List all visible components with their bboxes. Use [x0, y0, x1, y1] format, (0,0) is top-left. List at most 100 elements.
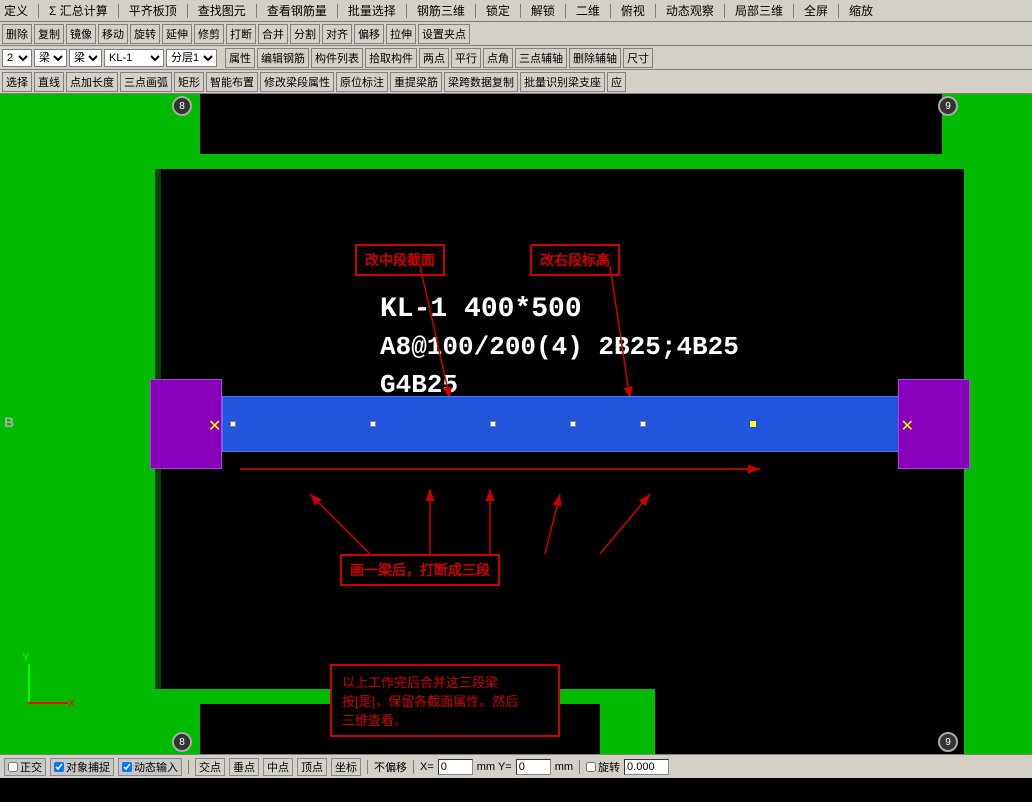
- btn-move[interactable]: 移动: [98, 24, 128, 44]
- btn-in-situ-label[interactable]: 原位标注: [336, 72, 388, 92]
- btn-coord[interactable]: 坐标: [331, 758, 361, 776]
- grid-num-9-top: 9: [938, 96, 958, 116]
- ctrl-pt-4[interactable]: [570, 421, 576, 427]
- menu-fullscreen[interactable]: 全屏: [804, 2, 828, 19]
- status-rotate-check[interactable]: 旋转: [586, 759, 620, 775]
- menu-lock[interactable]: 锁定: [486, 2, 510, 19]
- btn-del-aux[interactable]: 删除辅轴: [569, 48, 621, 68]
- btn-perp[interactable]: 垂点: [229, 758, 259, 776]
- ctrl-pt-2[interactable]: [370, 421, 376, 427]
- btn-arc[interactable]: 三点画弧: [120, 72, 172, 92]
- menu-sep-13: [793, 4, 794, 18]
- menu-sep-5: [337, 4, 338, 18]
- select-type1[interactable]: 梁: [34, 49, 67, 67]
- btn-select[interactable]: 选择: [2, 72, 32, 92]
- btn-split[interactable]: 分割: [290, 24, 320, 44]
- menu-unlock[interactable]: 解锁: [531, 2, 555, 19]
- btn-trim[interactable]: 修剪: [194, 24, 224, 44]
- menu-sep-3: [187, 4, 188, 18]
- btn-line[interactable]: 直线: [34, 72, 64, 92]
- btn-edit-rebar[interactable]: 编辑钢筋: [257, 48, 309, 68]
- menu-2d[interactable]: 二维: [576, 2, 600, 19]
- grid-label-b: B: [4, 414, 14, 430]
- btn-batch-identify[interactable]: 批量识别梁支座: [520, 72, 605, 92]
- rotate-checkbox[interactable]: [586, 762, 596, 772]
- btn-span-copy[interactable]: 梁跨数据复制: [444, 72, 518, 92]
- menu-zoom[interactable]: 缩放: [849, 2, 873, 19]
- menu-orbit[interactable]: 动态观察: [666, 2, 714, 19]
- btn-copy[interactable]: 复制: [34, 24, 64, 44]
- btn-vertex[interactable]: 顶点: [297, 758, 327, 776]
- btn-modify-section[interactable]: 修改梁段属性: [260, 72, 334, 92]
- status-ortho[interactable]: 正交: [4, 758, 46, 776]
- ctrl-pt-6[interactable]: [750, 421, 756, 427]
- btn-dimension[interactable]: 尺寸: [623, 48, 653, 68]
- coord-axis-x: [28, 702, 68, 704]
- btn-re-extract[interactable]: 重提梁筋: [390, 72, 442, 92]
- menu-define[interactable]: 定义: [4, 2, 28, 19]
- menu-find[interactable]: 查找图元: [198, 2, 246, 19]
- toolbar3: 选择 直线 点加长度 三点画弧 矩形 智能布置 修改梁段属性 原位标注 重提梁筋…: [0, 70, 1032, 94]
- menu-sep-9: [565, 4, 566, 18]
- menu-bar: 定义 Σ 汇总计算 平齐板顶 查找图元 查看钢筋量 批量选择 钢筋三维 锁定 解…: [0, 0, 1032, 22]
- btn-mirror[interactable]: 镜像: [66, 24, 96, 44]
- dynamic-checkbox[interactable]: [122, 762, 132, 772]
- select-layer[interactable]: 分层1: [166, 49, 217, 67]
- btn-property[interactable]: 属性: [225, 48, 255, 68]
- menu-batch-select[interactable]: 批量选择: [348, 2, 396, 19]
- btn-break[interactable]: 打断: [226, 24, 256, 44]
- ctrl-pt-5[interactable]: [640, 421, 646, 427]
- menu-local-3d[interactable]: 局部三维: [735, 2, 783, 19]
- btn-point-length[interactable]: 点加长度: [66, 72, 118, 92]
- status-x-value[interactable]: [438, 759, 473, 775]
- menu-sep-12: [724, 4, 725, 18]
- select-type2[interactable]: 梁: [69, 49, 102, 67]
- btn-delete[interactable]: 删除: [2, 24, 32, 44]
- menu-sep-8: [520, 4, 521, 18]
- ortho-checkbox[interactable]: [8, 762, 18, 772]
- menu-sep-10: [610, 4, 611, 18]
- btn-comp-list[interactable]: 构件列表: [311, 48, 363, 68]
- menu-rebar-3d[interactable]: 钢筋三维: [417, 2, 465, 19]
- btn-rotate[interactable]: 旋转: [130, 24, 160, 44]
- btn-three-point-aux[interactable]: 三点辅轴: [515, 48, 567, 68]
- endpoint-right: ✕: [901, 416, 914, 436]
- btn-midpoint[interactable]: 中点: [263, 758, 293, 776]
- btn-intersection[interactable]: 交点: [195, 758, 225, 776]
- btn-two-point[interactable]: 两点: [419, 48, 449, 68]
- menu-sep-4: [256, 4, 257, 18]
- status-rotate-value[interactable]: [624, 759, 669, 775]
- beam-body[interactable]: [222, 396, 902, 452]
- btn-smart-place[interactable]: 智能布置: [206, 72, 258, 92]
- ctrl-pt-3[interactable]: [490, 421, 496, 427]
- btn-pick-comp[interactable]: 拾取构件: [365, 48, 417, 68]
- status-x-label: X=: [420, 761, 434, 773]
- btn-app[interactable]: 应: [607, 72, 626, 92]
- menu-sep-2: [118, 4, 119, 18]
- annotation-right-elev: 改右段标高: [530, 244, 620, 276]
- btn-merge[interactable]: 合并: [258, 24, 288, 44]
- select-comp-id[interactable]: KL-1: [104, 49, 164, 67]
- status-dynamic[interactable]: 动态输入: [118, 758, 182, 776]
- ctrl-pt-1[interactable]: [230, 421, 236, 427]
- status-sep-3: [413, 760, 414, 774]
- menu-sum[interactable]: Σ 汇总计算: [49, 2, 108, 19]
- btn-stretch[interactable]: 拉伸: [386, 24, 416, 44]
- menu-flatten[interactable]: 平齐板顶: [129, 2, 177, 19]
- snap-checkbox[interactable]: [54, 762, 64, 772]
- select-layer-num[interactable]: 2: [2, 49, 32, 67]
- btn-extend[interactable]: 延伸: [162, 24, 192, 44]
- btn-point-angle[interactable]: 点角: [483, 48, 513, 68]
- coord-axis-y: [28, 664, 30, 704]
- status-y-value[interactable]: [516, 759, 551, 775]
- menu-top-view[interactable]: 俯视: [621, 2, 645, 19]
- btn-align[interactable]: 对齐: [322, 24, 352, 44]
- status-snap[interactable]: 对象捕捉: [50, 758, 114, 776]
- btn-offset[interactable]: 偏移: [354, 24, 384, 44]
- menu-rebar-qty[interactable]: 查看钢筋量: [267, 2, 327, 19]
- canvas-area[interactable]: ✕ ✕ 8 9 8 9 B KL-1 400*500 A8@100/200(4)…: [0, 94, 1032, 754]
- btn-rect[interactable]: 矩形: [174, 72, 204, 92]
- toolbar1: 删除 复制 镜像 移动 旋转 延伸 修剪 打断 合并 分割 对齐 偏移 拉伸 设…: [0, 22, 1032, 46]
- btn-set-grip[interactable]: 设置夹点: [418, 24, 470, 44]
- btn-parallel[interactable]: 平行: [451, 48, 481, 68]
